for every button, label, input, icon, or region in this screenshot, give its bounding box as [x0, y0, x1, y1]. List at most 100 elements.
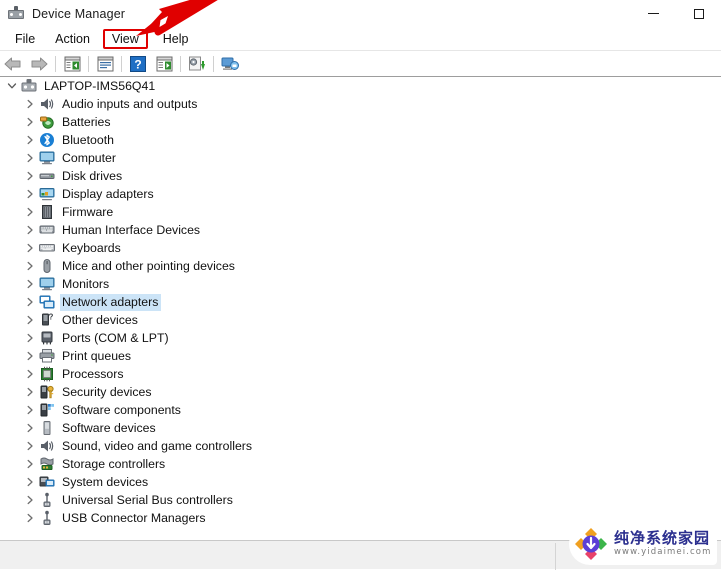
scan-hardware-changes-button[interactable]	[151, 53, 177, 75]
chevron-right-icon[interactable]	[22, 276, 38, 292]
tree-item-mice-and-other-pointing-devices[interactable]: Mice and other pointing devices	[0, 257, 721, 275]
tree-item-print-queues[interactable]: Print queues	[0, 347, 721, 365]
tree-item-label: Bluetooth	[62, 132, 114, 147]
menu-item-file[interactable]: File	[6, 29, 44, 49]
chevron-right-icon[interactable]	[22, 294, 38, 310]
tree-item-keyboards[interactable]: Keyboards	[0, 239, 721, 257]
tree-item-system-devices[interactable]: System devices	[0, 473, 721, 491]
tree-item-audio-inputs-and-outputs[interactable]: Audio inputs and outputs	[0, 95, 721, 113]
chevron-right-icon[interactable]	[22, 150, 38, 166]
menu-item-view[interactable]: View	[102, 28, 148, 49]
menu-item-help[interactable]: Help	[154, 29, 198, 49]
tree-item-other-devices[interactable]: ? Other devices	[0, 311, 721, 329]
tree-item-network-adapters[interactable]: Network adapters	[0, 293, 721, 311]
update-driver-icon	[189, 56, 205, 70]
chevron-right-icon[interactable]	[22, 204, 38, 220]
tree-item-firmware[interactable]: Firmware	[0, 203, 721, 221]
chevron-right-icon[interactable]	[22, 168, 38, 184]
tree-item-label: System devices	[62, 474, 149, 489]
tree-item-security-devices[interactable]: Security devices	[0, 383, 721, 401]
tree-item-disk-drives[interactable]: Disk drives	[0, 167, 721, 185]
chevron-right-icon[interactable]	[22, 96, 38, 112]
status-separator	[555, 543, 556, 570]
properties-button[interactable]	[92, 53, 118, 75]
chevron-right-icon[interactable]	[22, 366, 38, 382]
menu-item-action[interactable]: Action	[46, 29, 99, 49]
chevron-right-icon[interactable]	[22, 312, 38, 328]
system-device-icon	[39, 474, 55, 490]
tree-item-software-devices[interactable]: Software devices	[0, 419, 721, 437]
back-arrow-icon	[4, 57, 21, 70]
tree-item-label: Sound, video and game controllers	[62, 438, 253, 453]
speaker-icon	[39, 96, 55, 112]
svg-text:?: ?	[134, 57, 141, 71]
tree-item-monitors[interactable]: Monitors	[0, 275, 721, 293]
tree-item-storage-controllers[interactable]: Storage controllers	[0, 455, 721, 473]
port-icon	[39, 330, 55, 346]
tree-item-human-interface-devices[interactable]: Human Interface Devices	[0, 221, 721, 239]
tree-item-label: Keyboards	[62, 240, 121, 255]
tree-item-label: Firmware	[62, 204, 114, 219]
watermark-text: 纯净系统家园 www.yidaimei.com	[614, 530, 711, 558]
chevron-right-icon[interactable]	[22, 258, 38, 274]
chevron-right-icon[interactable]	[22, 438, 38, 454]
remote-computer-icon	[221, 57, 239, 70]
chevron-right-icon[interactable]	[22, 114, 38, 130]
display-adapter-icon	[39, 186, 55, 202]
tree-item-list: Audio inputs and outputs Batteries Bluetoo…	[0, 95, 721, 527]
chevron-right-icon[interactable]	[22, 330, 38, 346]
firmware-chip-icon	[39, 204, 55, 220]
help-question-icon: ?	[130, 55, 146, 72]
usb-icon	[39, 510, 55, 526]
chevron-right-icon[interactable]	[22, 492, 38, 508]
device-manager-icon	[8, 5, 24, 22]
properties-icon	[97, 56, 113, 71]
chevron-right-icon[interactable]	[22, 510, 38, 526]
update-driver-button[interactable]	[184, 53, 210, 75]
security-key-icon	[39, 384, 55, 400]
tree-item-software-components[interactable]: Software components	[0, 401, 721, 419]
back-button[interactable]	[0, 53, 26, 75]
monitor-icon	[39, 150, 55, 166]
forward-button[interactable]	[26, 53, 52, 75]
unknown-device-icon: ?	[39, 312, 55, 328]
help-button[interactable]: ?	[125, 53, 151, 75]
tree-item-label: Network adapters	[60, 293, 162, 311]
tree-item-label: Audio inputs and outputs	[62, 96, 198, 111]
keyboard-icon	[39, 240, 55, 256]
chevron-right-icon[interactable]	[22, 132, 38, 148]
chevron-down-icon[interactable]	[4, 78, 20, 94]
maximize-button[interactable]	[676, 0, 721, 27]
remote-desktop-button[interactable]	[217, 53, 243, 75]
toolbar: ?	[0, 51, 721, 77]
tree-item-universal-serial-bus-controllers[interactable]: Universal Serial Bus controllers	[0, 491, 721, 509]
tree-item-label: Universal Serial Bus controllers	[62, 492, 233, 507]
computer-root-icon	[21, 78, 37, 94]
chevron-right-icon[interactable]	[22, 420, 38, 436]
chevron-right-icon[interactable]	[22, 240, 38, 256]
tree-item-processors[interactable]: Processors	[0, 365, 721, 383]
chevron-right-icon[interactable]	[22, 348, 38, 364]
chevron-right-icon[interactable]	[22, 474, 38, 490]
device-tree[interactable]: LAPTOP-IMS56Q41 Audio inputs and outputs…	[0, 77, 721, 540]
title-bar: Device Manager	[0, 0, 721, 27]
chevron-right-icon[interactable]	[22, 222, 38, 238]
menu-bar: File Action View Help	[0, 27, 721, 51]
tree-item-batteries[interactable]: Batteries	[0, 113, 721, 131]
mouse-icon	[39, 258, 55, 274]
tree-item-label: Human Interface Devices	[62, 222, 201, 237]
tree-item-sound-video-and-game-controllers[interactable]: Sound, video and game controllers	[0, 437, 721, 455]
disk-drive-icon	[39, 168, 55, 184]
tree-item-ports-com-lpt[interactable]: Ports (COM & LPT)	[0, 329, 721, 347]
tree-item-computer[interactable]: Computer	[0, 149, 721, 167]
minimize-button[interactable]	[631, 0, 676, 27]
tree-item-bluetooth[interactable]: Bluetooth	[0, 131, 721, 149]
tree-item-display-adapters[interactable]: Display adapters	[0, 185, 721, 203]
chevron-right-icon[interactable]	[22, 456, 38, 472]
tree-item-label: Software components	[62, 402, 181, 417]
chevron-right-icon[interactable]	[22, 402, 38, 418]
chevron-right-icon[interactable]	[22, 186, 38, 202]
tree-row-root[interactable]: LAPTOP-IMS56Q41	[0, 77, 721, 95]
chevron-right-icon[interactable]	[22, 384, 38, 400]
show-hide-console-tree-button[interactable]	[59, 53, 85, 75]
